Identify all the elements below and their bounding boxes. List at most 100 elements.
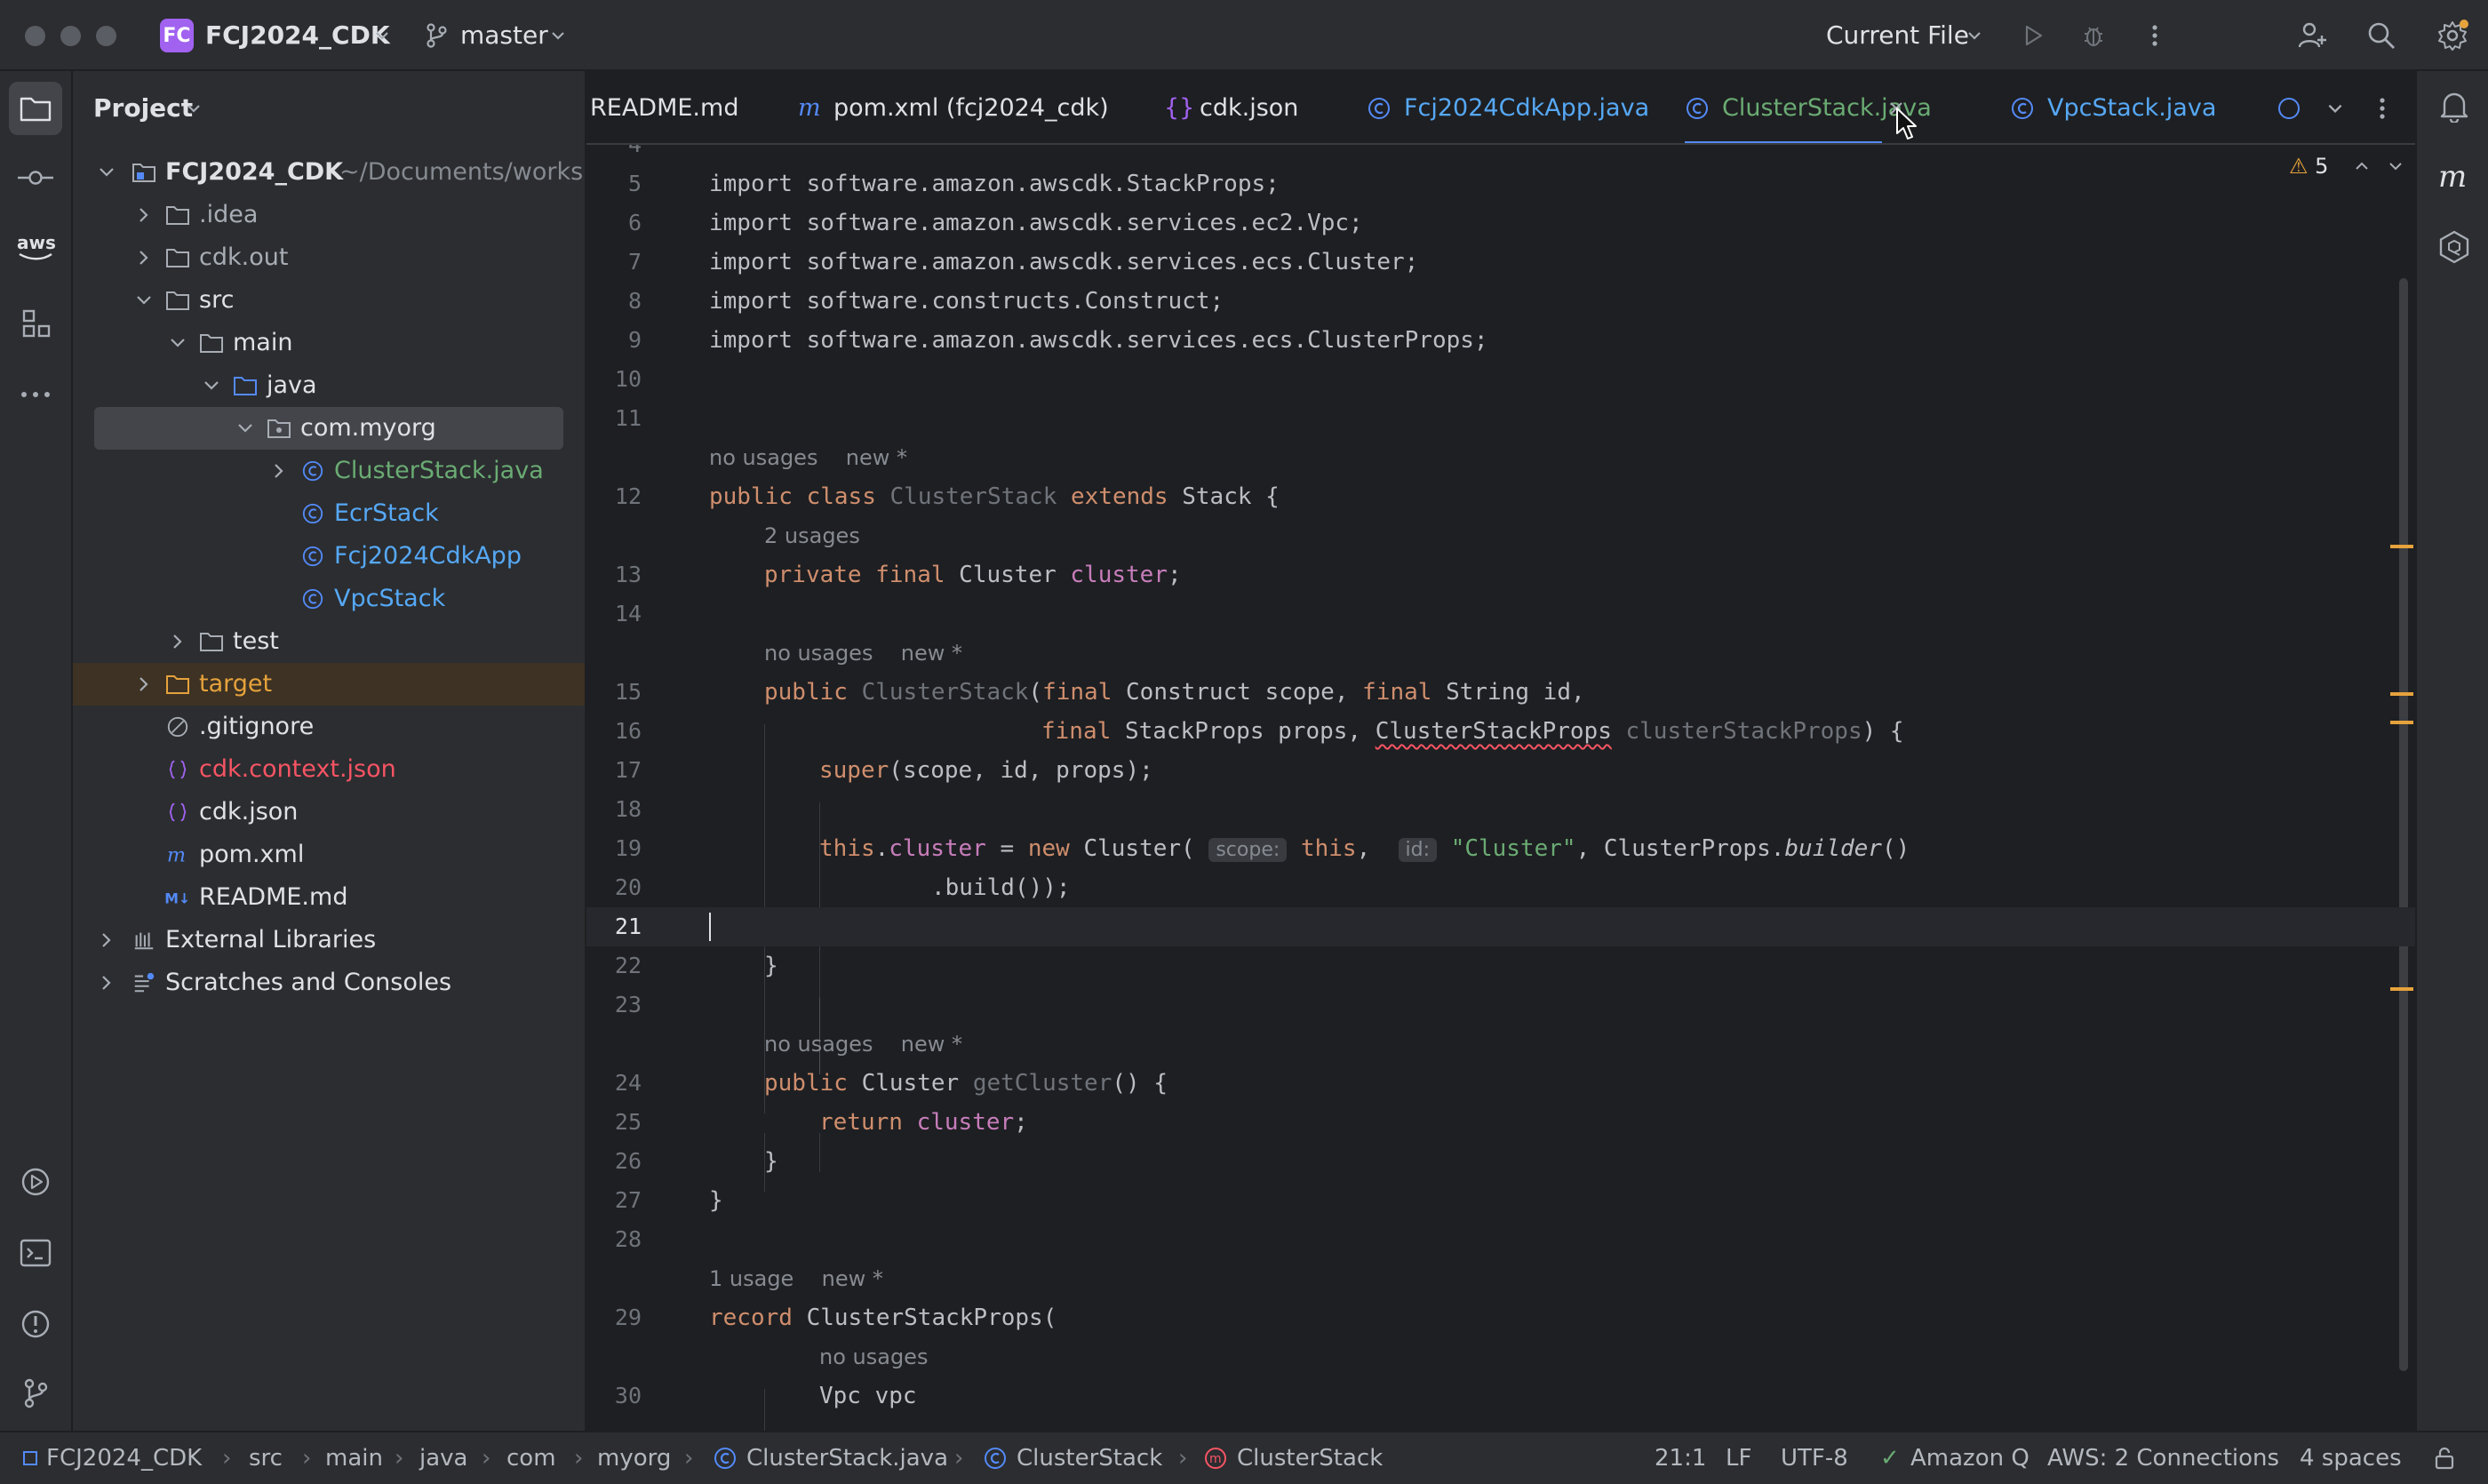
breadcrumb-myorg[interactable]: myorg: [597, 1432, 671, 1484]
tab-readme[interactable]: README.md: [590, 71, 738, 143]
tree-item-ecr-stack[interactable]: EcrStack: [73, 492, 585, 535]
tree-item-com-myorg[interactable]: com.myorg: [94, 407, 563, 450]
breadcrumb-java[interactable]: java: [419, 1432, 467, 1484]
chevron-down-icon[interactable]: [371, 25, 393, 46]
code-vision-hint[interactable]: no usages new *: [586, 438, 2415, 477]
tree-item-target[interactable]: target: [73, 663, 585, 706]
add-user-icon[interactable]: [2294, 18, 2330, 53]
chevron-down-icon[interactable]: [1964, 25, 1985, 46]
tree-item-java[interactable]: java: [73, 364, 585, 407]
tree-item-cdk-context-json[interactable]: cdk.context.json: [73, 748, 585, 791]
tab-cluster-stack-active[interactable]: ClusterStack.java: [1685, 71, 1932, 143]
run-icon[interactable]: [2019, 21, 2047, 50]
notifications-bell-icon[interactable]: [2435, 87, 2474, 126]
tree-item-pom-xml[interactable]: m pom.xml: [73, 834, 585, 876]
right-tool-strip: m: [2415, 71, 2488, 1431]
breadcrumb-src[interactable]: src: [249, 1432, 283, 1484]
tree-item-idea[interactable]: .idea: [73, 194, 585, 236]
project-tool-folder-icon[interactable]: [9, 82, 62, 135]
code-vision-hint[interactable]: 2 usages: [586, 516, 2415, 555]
code-editor[interactable]: ⚠ 5 4 5import software.amazon.awscdk.Sta…: [586, 145, 2415, 1431]
terminal-icon[interactable]: [16, 1233, 55, 1273]
tree-item-readme[interactable]: M↓ README.md: [73, 876, 585, 919]
close-window-button[interactable]: [25, 26, 45, 46]
problems-icon[interactable]: [16, 1304, 55, 1344]
tab-more-icon[interactable]: [2369, 94, 2396, 123]
tree-item-external-libraries[interactable]: External Libraries: [73, 919, 585, 961]
tree-item-test[interactable]: test: [73, 620, 585, 663]
code-line: 15 public ClusterStack(final Construct sc…: [614, 679, 1585, 706]
java-class-icon: [985, 1448, 1006, 1469]
settings-gear-icon[interactable]: [2435, 18, 2470, 53]
tree-item-cdk-out[interactable]: cdk.out: [73, 236, 585, 279]
project-badge[interactable]: FC: [160, 19, 194, 52]
tree-item-vpc-stack[interactable]: VpcStack: [73, 578, 585, 620]
svg-text:m: m: [1209, 1452, 1222, 1466]
breadcrumb-method[interactable]: ClusterStack: [1237, 1432, 1383, 1484]
java-class-icon[interactable]: [2277, 96, 2301, 121]
tab-list-chevron-icon[interactable]: [2321, 94, 2349, 123]
svg-text:m: m: [167, 843, 186, 866]
more-tools-icon[interactable]: [16, 375, 55, 414]
zoom-window-button[interactable]: [96, 26, 116, 46]
more-actions-icon[interactable]: [2141, 21, 2168, 50]
aws-toolkit-icon[interactable]: aws: [12, 229, 59, 265]
java-class-icon: [302, 503, 323, 524]
aws-connections[interactable]: AWS: 2 Connections: [2047, 1432, 2279, 1484]
code-line: 20 .build());: [614, 874, 1071, 901]
branch-name[interactable]: master: [460, 0, 548, 71]
module-icon: [23, 1451, 37, 1465]
tree-root-name: FCJ2024_CDK: [165, 158, 344, 186]
chevron-down-icon[interactable]: [183, 98, 204, 119]
indent-settings[interactable]: 4 spaces: [2300, 1432, 2402, 1484]
project-panel-title[interactable]: Project: [93, 71, 193, 145]
tree-item-main[interactable]: main: [73, 322, 585, 364]
code-vision-hint[interactable]: no usages: [586, 1337, 2415, 1376]
tree-item-cdk-json[interactable]: cdk.json: [73, 791, 585, 834]
title-bar: FC FCJ2024_CDK master Current File: [0, 0, 2488, 71]
code-line: 4: [586, 145, 2415, 164]
code-vision-hint[interactable]: no usages new *: [586, 634, 2415, 673]
breadcrumb-file[interactable]: ClusterStack.java: [746, 1432, 948, 1484]
run-configuration[interactable]: Current File: [1826, 0, 1969, 71]
breadcrumb-com[interactable]: com: [506, 1432, 556, 1484]
excluded-folder-icon: [166, 675, 189, 694]
minimize-window-button[interactable]: [60, 26, 81, 46]
breadcrumb-separator: ›: [684, 1445, 694, 1472]
java-class-icon: [714, 1448, 736, 1469]
commit-icon[interactable]: [14, 160, 57, 195]
services-icon[interactable]: [16, 1162, 55, 1201]
folder-icon: [166, 291, 189, 310]
debug-icon[interactable]: [2079, 21, 2108, 50]
caret-position[interactable]: 21:1: [1655, 1432, 1706, 1484]
tree-item-gitignore[interactable]: .gitignore: [73, 706, 585, 748]
code-vision-hint[interactable]: 1 usage new *: [586, 1259, 2415, 1298]
chevron-down-icon[interactable]: [547, 25, 569, 46]
project-name[interactable]: FCJ2024_CDK: [205, 0, 390, 71]
lock-icon[interactable]: [2431, 1445, 2458, 1472]
tree-item-cluster-stack[interactable]: ClusterStack.java: [73, 450, 585, 492]
breadcrumb-project[interactable]: FCJ2024_CDK: [46, 1432, 202, 1484]
structure-icon[interactable]: [16, 304, 55, 343]
code-line: 18: [614, 796, 642, 822]
git-icon[interactable]: [16, 1374, 55, 1413]
ignore-file-icon: [167, 716, 188, 738]
tree-root[interactable]: FCJ2024_CDK ~/Documents/workshop: [73, 151, 585, 194]
code-vision-hint[interactable]: no usages new *: [586, 1025, 2415, 1064]
line-separator[interactable]: LF: [1726, 1432, 1751, 1484]
amazon-q-status[interactable]: Amazon Q: [1910, 1432, 2029, 1484]
file-encoding[interactable]: UTF-8: [1781, 1432, 1848, 1484]
maven-tool-icon[interactable]: m: [2435, 156, 2474, 195]
breadcrumb-class[interactable]: ClusterStack: [1017, 1432, 1162, 1484]
code-line: 11: [614, 405, 642, 431]
tree-item-src[interactable]: src: [73, 279, 585, 322]
tree-item-scratches[interactable]: Scratches and Consoles: [73, 961, 585, 1004]
breadcrumb-separator: ›: [574, 1445, 584, 1472]
code-line: 22}: [614, 953, 778, 979]
amazon-q-icon[interactable]: [2435, 227, 2474, 267]
tree-item-fcj2024-cdk-app[interactable]: Fcj2024CdkApp: [73, 535, 585, 578]
status-bar: FCJ2024_CDK › src › main › java › com › …: [0, 1431, 2488, 1484]
breadcrumb-main[interactable]: main: [325, 1432, 383, 1484]
git-branch-icon[interactable]: [423, 21, 450, 50]
search-icon[interactable]: [2364, 18, 2399, 53]
